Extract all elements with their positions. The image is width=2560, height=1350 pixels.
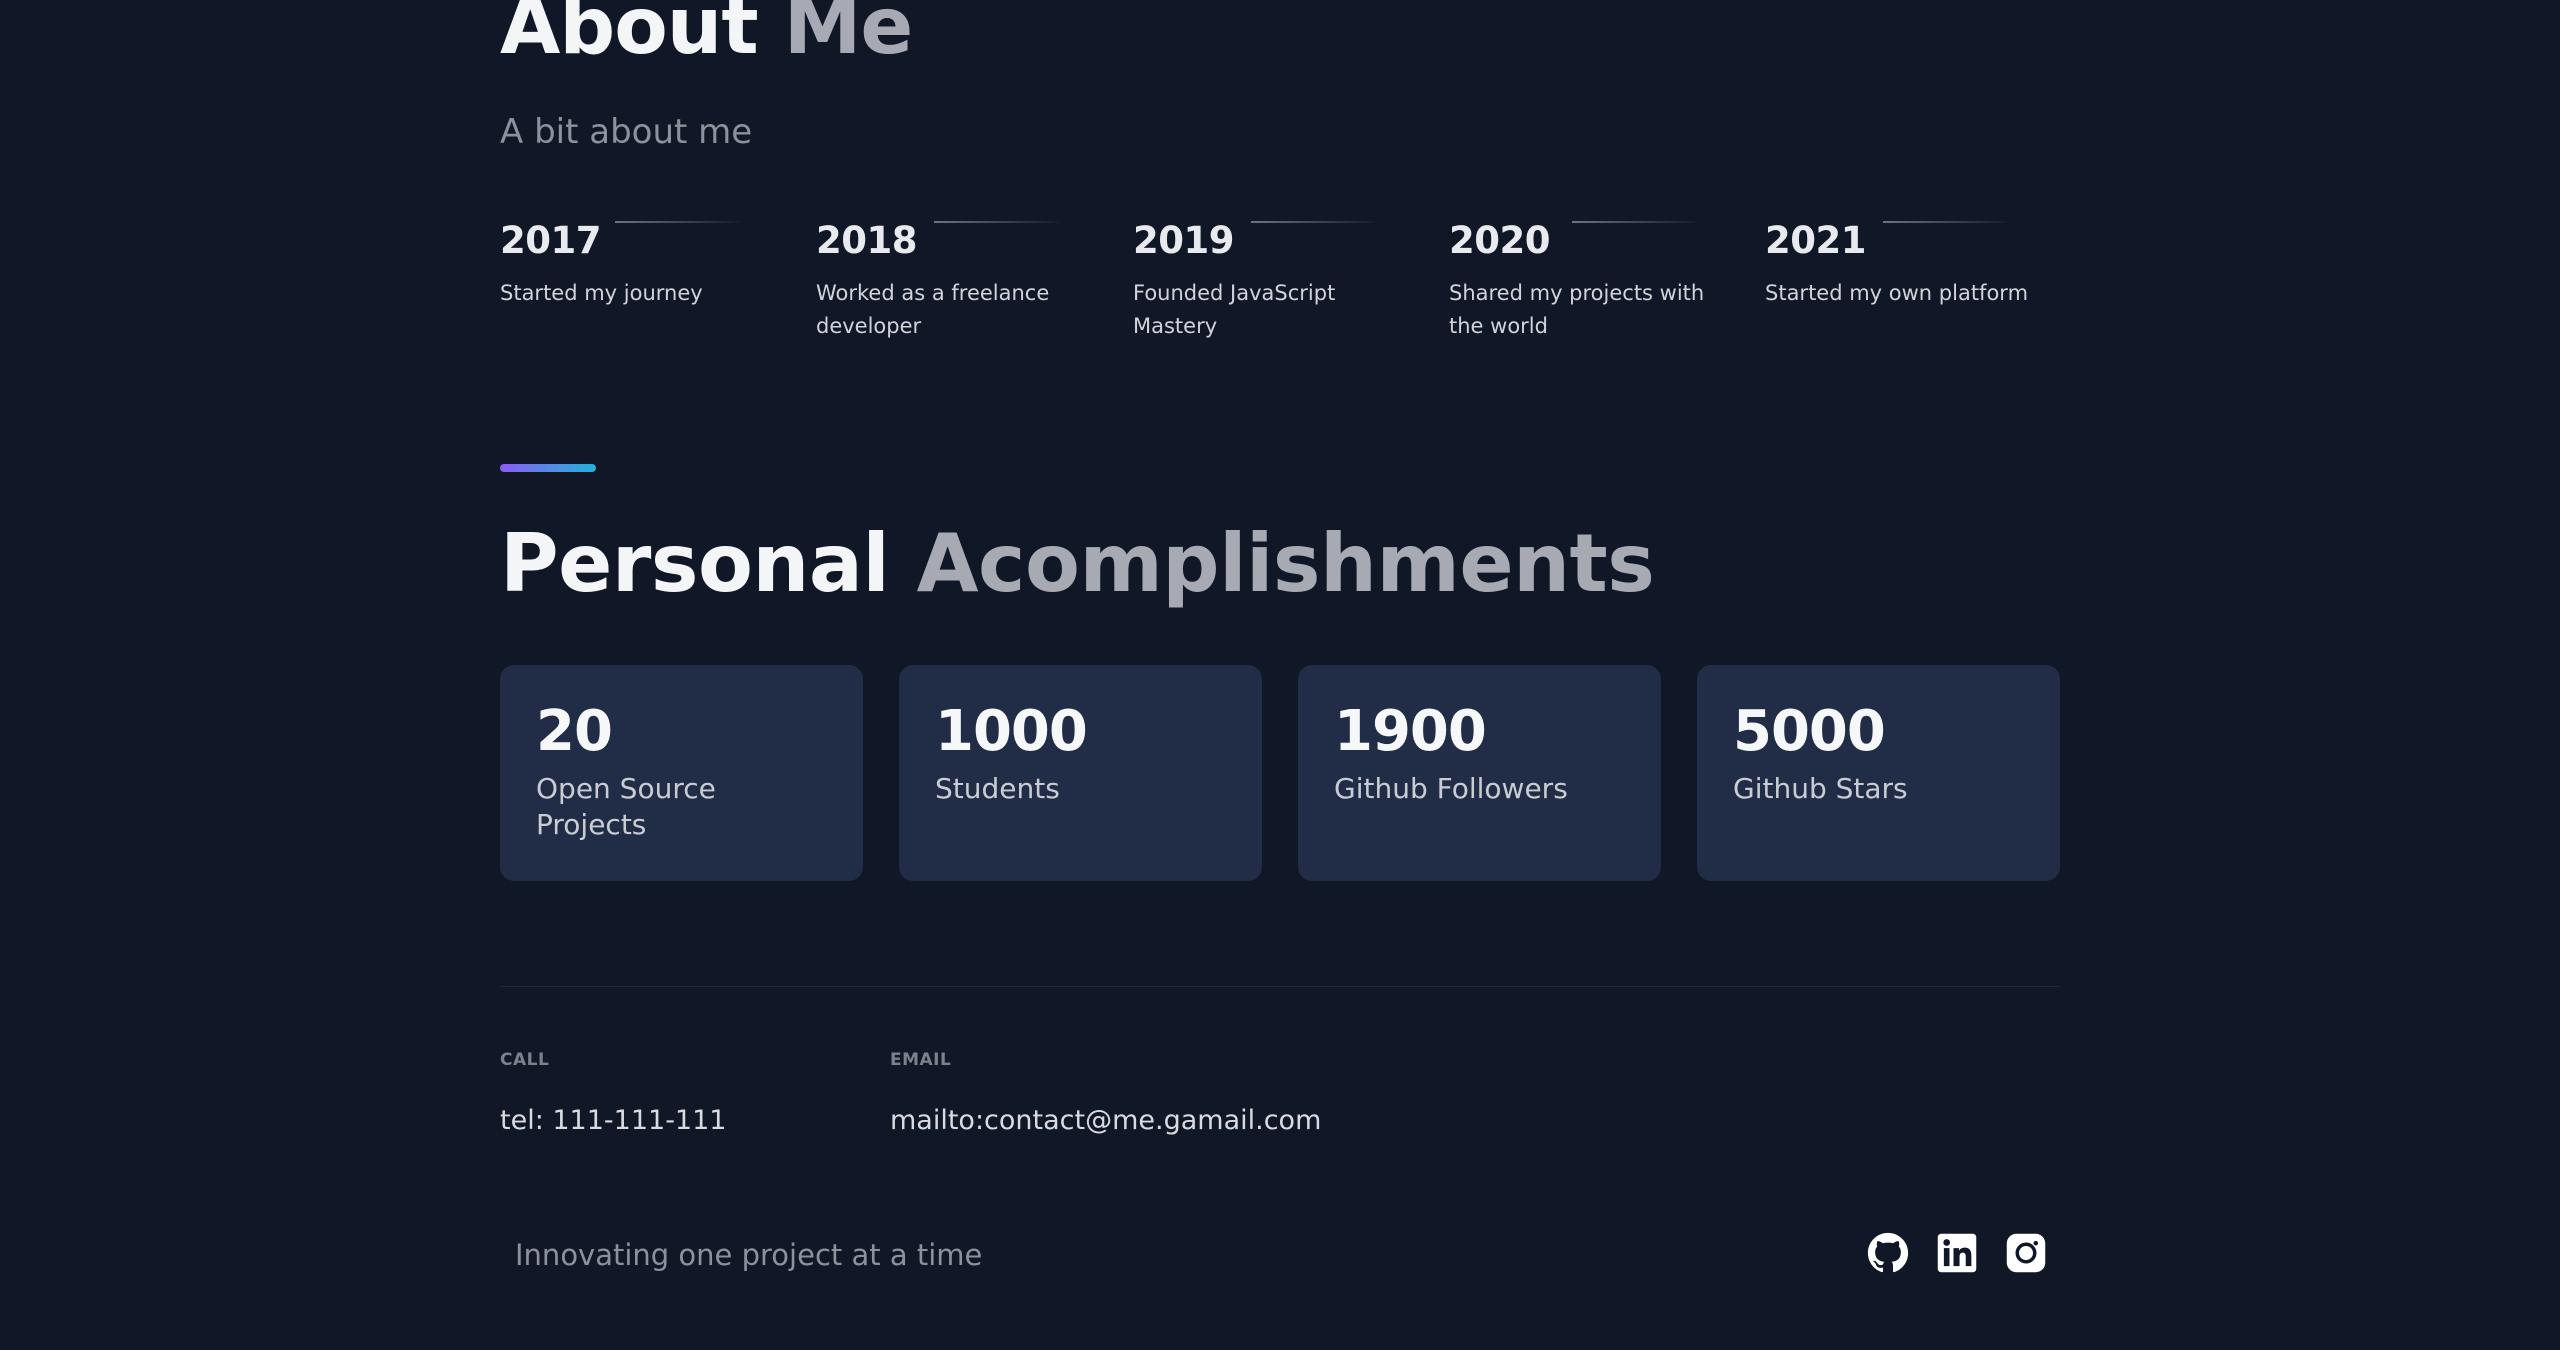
card-label: Students <box>935 772 1060 805</box>
github-icon <box>1867 1232 1909 1273</box>
accomplishments-title-word-1: Personal <box>500 517 890 610</box>
about-subtitle: A bit about me <box>500 112 753 152</box>
timeline-text: Worked as a freelance developer <box>816 281 1050 338</box>
accomplishment-card: 5000 Github Stars <box>1697 665 2060 881</box>
timeline-item-2021: 2021 Started my own platform <box>1765 215 2055 310</box>
about-title-word-1: About <box>500 0 759 72</box>
timeline-text: Started my own platform <box>1765 281 2029 305</box>
timeline-line <box>1572 221 1697 223</box>
timeline-text: Shared my projects with the world <box>1449 281 1705 338</box>
accomplishments-title-word-2: Acomplishments <box>916 517 1655 610</box>
call-label: CALL <box>500 1050 550 1070</box>
email-link[interactable]: mailto:contact@me.gamail.com <box>890 1105 1321 1136</box>
linkedin-icon <box>1937 1233 1977 1273</box>
accomplishment-cards: 20 Open Source Projects 1000 Students 19… <box>500 665 2060 881</box>
card-label: Github Followers <box>1334 772 1568 805</box>
card-label: Open Source Projects <box>536 772 716 841</box>
timeline-text: Started my journey <box>500 281 703 305</box>
contact-call: CALL tel: 111-111-111 <box>500 1050 726 1136</box>
footer-tagline: Innovating one project at a time <box>515 1238 983 1272</box>
section-accent-bar <box>500 464 596 472</box>
timeline-text: Founded JavaScript Mastery <box>1133 281 1336 338</box>
footer-divider <box>500 986 2060 987</box>
timeline-line <box>1883 221 2008 223</box>
call-link[interactable]: tel: 111-111-111 <box>500 1105 726 1136</box>
email-label: EMAIL <box>890 1050 952 1070</box>
timeline-item-2017: 2017 Started my journey <box>500 215 790 310</box>
instagram-icon <box>2006 1233 2046 1273</box>
about-title-word-2: Me <box>783 0 914 72</box>
card-number: 20 <box>536 699 613 764</box>
timeline-line <box>1251 221 1376 223</box>
card-label: Github Stars <box>1733 772 1908 805</box>
contact-email: EMAIL mailto:contact@me.gamail.com <box>890 1050 1321 1136</box>
card-number: 1000 <box>935 699 1088 764</box>
timeline-item-2018: 2018 Worked as a freelance developer <box>816 215 1106 343</box>
instagram-link[interactable] <box>2005 1232 2047 1274</box>
timeline-item-2020: 2020 Shared my projects with the world <box>1449 215 1739 343</box>
accomplishment-card: 20 Open Source Projects <box>500 665 863 881</box>
card-number: 5000 <box>1733 699 1886 764</box>
card-number: 1900 <box>1334 699 1487 764</box>
timeline-line <box>615 221 740 223</box>
accomplishments-title: Personal Acomplishments <box>500 517 1655 610</box>
github-link[interactable] <box>1867 1232 1909 1274</box>
timeline-line <box>934 221 1059 223</box>
about-title: About Me <box>500 0 913 66</box>
timeline-item-2019: 2019 Founded JavaScript Mastery <box>1133 215 1423 343</box>
accomplishment-card: 1000 Students <box>899 665 1262 881</box>
linkedin-link[interactable] <box>1936 1232 1978 1274</box>
accomplishment-card: 1900 Github Followers <box>1298 665 1661 881</box>
